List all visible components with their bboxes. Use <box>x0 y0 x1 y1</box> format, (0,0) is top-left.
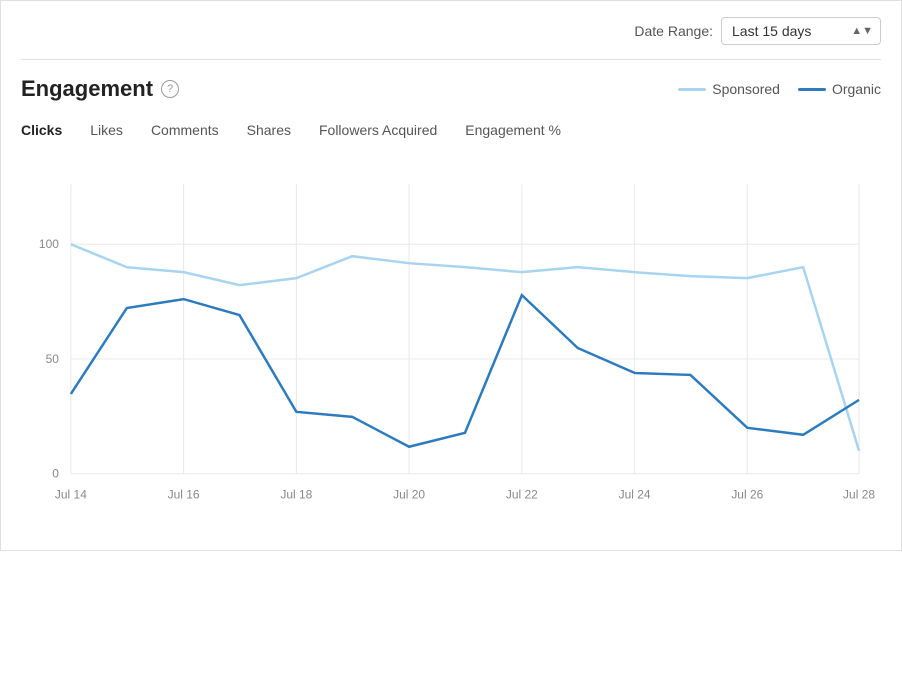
legend-sponsored-label: Sponsored <box>712 81 780 97</box>
legend-organic: Organic <box>798 81 881 97</box>
legend-sponsored: Sponsored <box>678 81 780 97</box>
y-label-100: 100 <box>39 237 59 251</box>
engagement-title: Engagement <box>21 76 153 102</box>
tab-comments[interactable]: Comments <box>137 116 233 144</box>
tab-followers-acquired[interactable]: Followers Acquired <box>305 116 451 144</box>
tab-shares[interactable]: Shares <box>233 116 305 144</box>
date-range-select[interactable]: Last 7 days Last 15 days Last 30 days La… <box>721 17 881 45</box>
tabs: Clicks Likes Comments Shares Followers A… <box>21 116 881 144</box>
x-label-jul20: Jul 20 <box>393 488 425 502</box>
x-label-jul26: Jul 26 <box>731 488 763 502</box>
tab-engagement-percent[interactable]: Engagement % <box>451 116 575 144</box>
header-left: Engagement ? <box>21 76 179 102</box>
organic-line <box>71 295 859 447</box>
x-label-jul24: Jul 24 <box>619 488 651 502</box>
y-label-0: 0 <box>52 467 59 481</box>
date-range-wrapper[interactable]: Last 7 days Last 15 days Last 30 days La… <box>721 17 881 45</box>
x-label-jul18: Jul 18 <box>280 488 312 502</box>
help-icon[interactable]: ? <box>161 80 179 98</box>
x-label-jul22: Jul 22 <box>506 488 538 502</box>
tab-clicks[interactable]: Clicks <box>21 116 76 144</box>
x-label-jul14: Jul 14 <box>55 488 87 502</box>
legend-sponsored-line <box>678 88 706 91</box>
engagement-chart: 100 50 0 Jul 14 Jul 16 Jul 18 Jul 20 Jul… <box>21 154 881 534</box>
legend-organic-label: Organic <box>832 81 881 97</box>
top-bar: Date Range: Last 7 days Last 15 days Las… <box>21 17 881 60</box>
legend-organic-line <box>798 88 826 91</box>
sponsored-line <box>71 244 859 451</box>
date-range-label: Date Range: <box>634 23 713 39</box>
chart-area: 100 50 0 Jul 14 Jul 16 Jul 18 Jul 20 Jul… <box>21 154 881 534</box>
legend: Sponsored Organic <box>678 81 881 97</box>
tab-likes[interactable]: Likes <box>76 116 137 144</box>
header-row: Engagement ? Sponsored Organic <box>21 76 881 102</box>
x-label-jul16: Jul 16 <box>168 488 200 502</box>
y-label-50: 50 <box>46 352 60 366</box>
x-label-jul28: Jul 28 <box>843 488 875 502</box>
